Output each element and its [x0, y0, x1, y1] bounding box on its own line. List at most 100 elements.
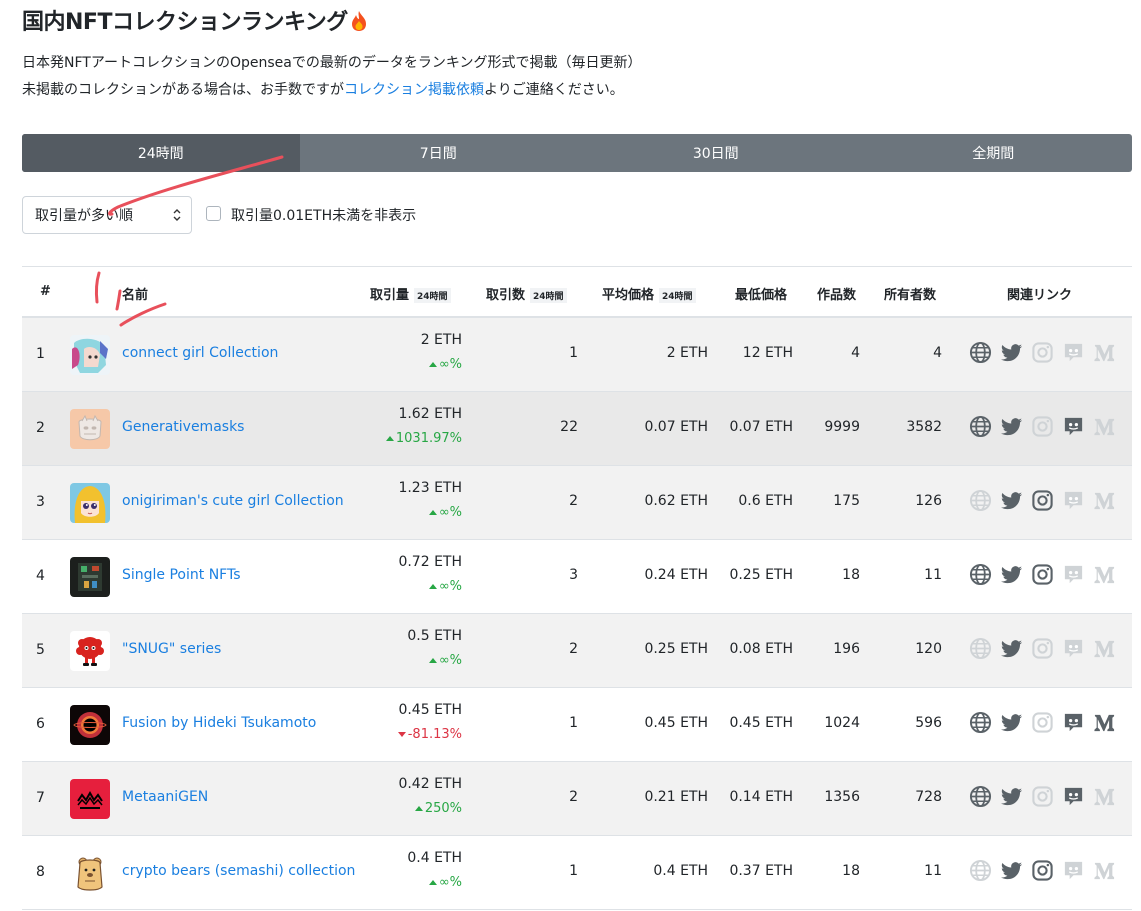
tab-all[interactable]: 全期間: [855, 134, 1133, 172]
rank-number: 3: [36, 494, 45, 510]
collection-request-link[interactable]: コレクション掲載依頼: [344, 82, 484, 98]
header-floor-price[interactable]: 最低価格: [735, 284, 787, 303]
volume-value: 1.23 ETH: [398, 480, 462, 496]
header-volume[interactable]: 取引量 24時間: [370, 284, 451, 303]
globe-icon: [969, 489, 992, 512]
floor-price: 0.45 ETH: [729, 715, 793, 731]
table-row[interactable]: 2 Generativemasks 1.62 ETH 1031.97% 22 0.07 E…: [22, 392, 1132, 466]
discord-icon[interactable]: [1062, 785, 1085, 808]
owners-count: 596: [915, 715, 942, 731]
twitter-icon[interactable]: [1000, 785, 1023, 808]
table-row[interactable]: 1 connect girl Collection 2 ETH ∞% 1 2 ETH 12 …: [22, 318, 1132, 392]
rank-number: 1: [36, 346, 45, 362]
hide-small-volume-checkbox[interactable]: [206, 206, 221, 221]
header-avg-price[interactable]: 平均価格 24時間: [602, 284, 696, 303]
instagram-icon: [1031, 711, 1054, 734]
owners-count: 4: [933, 345, 942, 361]
collection-thumbnail[interactable]: [70, 779, 110, 819]
table-header: # 名前 取引量 24時間 取引数 24時間 平均価格 24時間 最低価格 作品数 所…: [22, 267, 1132, 318]
globe-icon: [969, 859, 992, 882]
volume-value: 0.42 ETH: [398, 776, 462, 792]
tab-30d[interactable]: 30日間: [577, 134, 855, 172]
owners-count: 3582: [906, 419, 942, 435]
instagram-icon[interactable]: [1031, 489, 1054, 512]
header-name[interactable]: 名前: [122, 284, 148, 303]
collection-name-link[interactable]: Generativemasks: [122, 419, 244, 435]
collection-thumbnail[interactable]: [70, 335, 110, 375]
tab-24h[interactable]: 24時間: [22, 134, 300, 172]
average-price: 0.21 ETH: [644, 789, 708, 805]
collection-thumbnail[interactable]: [70, 483, 110, 523]
table-row[interactable]: 7 MetaaniGEN 0.42 ETH 250% 2 0.21 ETH 0.14 ETH…: [22, 762, 1132, 836]
tab-7d[interactable]: 7日間: [300, 134, 578, 172]
volume-value: 0.4 ETH: [407, 850, 462, 866]
related-links: [969, 637, 1116, 660]
rank-number: 8: [36, 864, 45, 880]
related-links: [969, 489, 1116, 512]
header-items[interactable]: 作品数: [817, 284, 856, 303]
globe-icon[interactable]: [969, 785, 992, 808]
instagram-icon[interactable]: [1031, 563, 1054, 586]
table-row[interactable]: 3 onigiriman's cute girl Collection 1.23 E…: [22, 466, 1132, 540]
floor-price: 0.6 ETH: [738, 493, 793, 509]
twitter-icon[interactable]: [1000, 489, 1023, 512]
page-title: 国内NFTコレクションランキング: [22, 4, 368, 36]
globe-icon: [969, 637, 992, 660]
collection-thumbnail[interactable]: [70, 705, 110, 745]
table-row[interactable]: 8 crypto bears (semashi) collection 0.4 ET…: [22, 836, 1132, 910]
sort-select[interactable]: 取引量が多い順: [22, 196, 192, 234]
twitter-icon[interactable]: [1000, 859, 1023, 882]
medium-icon[interactable]: [1093, 711, 1116, 734]
collection-name-link[interactable]: "SNUG" series: [122, 641, 221, 657]
header-sales-label: 取引数: [486, 288, 526, 303]
related-links: [969, 563, 1116, 586]
medium-icon: [1093, 563, 1116, 586]
table-row[interactable]: 6 Fusion by Hideki Tsukamoto 0.45 ETH -81.1…: [22, 688, 1132, 762]
table-row[interactable]: 5 "SNUG" series 0.5 ETH ∞% 2 0.25 ETH 0.08 ETH…: [22, 614, 1132, 688]
instagram-icon[interactable]: [1031, 859, 1054, 882]
collection-name-link[interactable]: onigiriman's cute girl Collection: [122, 493, 344, 509]
discord-icon[interactable]: [1062, 711, 1085, 734]
collection-name-link[interactable]: MetaaniGEN: [122, 789, 208, 805]
collection-name-link[interactable]: connect girl Collection: [122, 345, 278, 361]
volume-change-value: 1031.97%: [395, 431, 462, 446]
triangle-up-icon: [428, 658, 437, 663]
table-row[interactable]: 4 Single Point NFTs 0.72 ETH ∞% 3 0.24 ETH 0.2…: [22, 540, 1132, 614]
header-sales[interactable]: 取引数 24時間: [486, 284, 567, 303]
owners-count: 120: [915, 641, 942, 657]
triangle-down-icon: [397, 732, 406, 737]
header-owners[interactable]: 所有者数: [884, 284, 936, 303]
volume-change: ∞%: [428, 653, 462, 668]
twitter-icon[interactable]: [1000, 415, 1023, 438]
collection-thumbnail[interactable]: [70, 631, 110, 671]
twitter-icon[interactable]: [1000, 711, 1023, 734]
collection-thumbnail[interactable]: [70, 853, 110, 893]
globe-icon[interactable]: [969, 415, 992, 438]
collection-name-link[interactable]: Fusion by Hideki Tsukamoto: [122, 715, 316, 731]
collection-thumbnail[interactable]: [70, 557, 110, 597]
discord-icon: [1062, 637, 1085, 660]
globe-icon[interactable]: [969, 711, 992, 734]
volume-change: 1031.97%: [385, 431, 462, 446]
owners-count: 11: [924, 863, 942, 879]
floor-price: 0.25 ETH: [729, 567, 793, 583]
volume-change: ∞%: [428, 357, 462, 372]
header-links: 関連リンク: [1007, 288, 1073, 303]
globe-icon[interactable]: [969, 563, 992, 586]
description-line-2: 未掲載のコレクションがある場合は、お手数ですがコレクション掲載依頼よりご連絡くだ…: [22, 77, 641, 104]
sales-count: 2: [569, 493, 578, 509]
hide-small-volume-label[interactable]: 取引量0.01ETH未満を非表示: [231, 205, 416, 225]
collection-name-link[interactable]: Single Point NFTs: [122, 567, 241, 583]
twitter-icon[interactable]: [1000, 341, 1023, 364]
twitter-icon[interactable]: [1000, 563, 1023, 586]
average-price: 0.4 ETH: [653, 863, 708, 879]
description-text: 未掲載のコレクションがある場合は、お手数ですが: [22, 82, 344, 98]
items-count: 175: [833, 493, 860, 509]
collection-name-link[interactable]: crypto bears (semashi) collection: [122, 863, 355, 879]
collection-thumbnail[interactable]: [70, 409, 110, 449]
discord-icon[interactable]: [1062, 415, 1085, 438]
volume-value: 0.5 ETH: [407, 628, 462, 644]
twitter-icon[interactable]: [1000, 637, 1023, 660]
average-price: 0.24 ETH: [644, 567, 708, 583]
globe-icon[interactable]: [969, 341, 992, 364]
